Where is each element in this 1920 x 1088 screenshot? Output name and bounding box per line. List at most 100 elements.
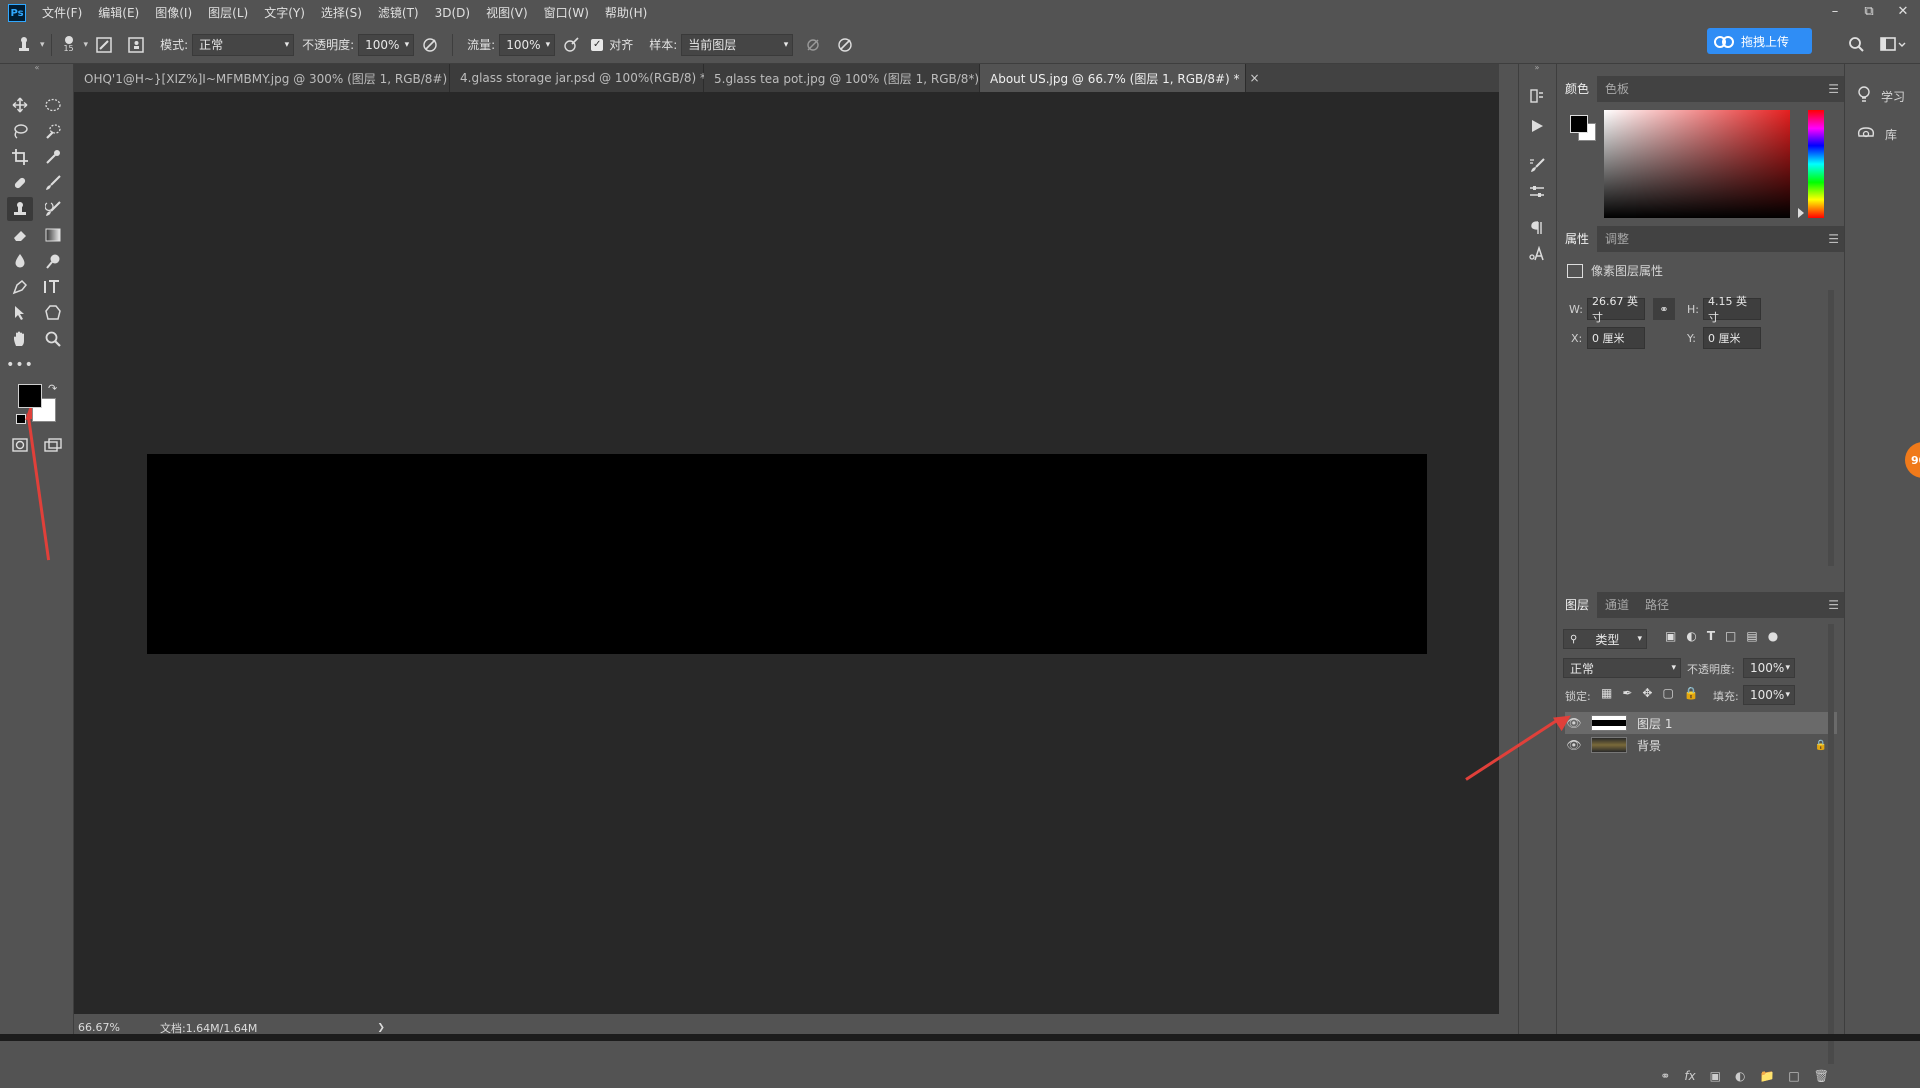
menu-select[interactable]: 选择(S) — [313, 0, 370, 26]
brush-tool-icon[interactable] — [40, 171, 66, 195]
character-panel-icon[interactable] — [1527, 244, 1547, 264]
lock-pixels-icon[interactable]: ✒ — [1622, 686, 1632, 700]
quick-selection-tool-icon[interactable] — [40, 119, 66, 143]
visibility-eye-icon[interactable]: 👁 — [1565, 738, 1583, 752]
menu-filter[interactable]: 滤镜(T) — [370, 0, 427, 26]
layer-opacity-field[interactable]: 100% ▾ — [1743, 658, 1795, 678]
add-mask-icon[interactable]: ▣ — [1710, 1069, 1721, 1083]
sample-dropdown[interactable]: 当前图层 ▾ — [681, 33, 794, 56]
opacity-field[interactable]: 100% ▾ — [358, 33, 415, 56]
layer-row-background[interactable]: 👁 背景 🔒 — [1565, 734, 1837, 756]
filter-type-icon[interactable]: T — [1707, 629, 1715, 643]
clone-stamp-tool-icon[interactable] — [7, 197, 33, 221]
lasso-tool-icon[interactable] — [7, 119, 33, 143]
marquee-tool-icon[interactable] — [40, 93, 66, 117]
lock-artboard-icon[interactable]: ▢ — [1662, 686, 1673, 700]
path-selection-tool-icon[interactable] — [7, 301, 33, 325]
type-tool-icon[interactable] — [40, 275, 66, 299]
menu-view[interactable]: 视图(V) — [478, 0, 536, 26]
tab-color[interactable]: 颜色 — [1557, 76, 1598, 102]
menu-3d[interactable]: 3D(D) — [427, 0, 478, 26]
upload-button[interactable]: 拖拽上传 — [1707, 28, 1812, 54]
close-icon[interactable]: × — [1250, 71, 1260, 85]
menu-edit[interactable]: 编辑(E) — [90, 0, 147, 26]
floating-badge[interactable]: 90 — [1905, 442, 1920, 478]
eraser-tool-icon[interactable] — [7, 223, 33, 247]
width-field[interactable]: 26.67 英寸 — [1587, 295, 1645, 324]
foreground-color-swatch[interactable] — [18, 384, 42, 408]
panel-foreground-swatch[interactable] — [1570, 115, 1588, 133]
eyedropper-tool-icon[interactable] — [40, 145, 66, 169]
status-menu-arrow-icon[interactable]: ❯ — [377, 1023, 385, 1033]
ignore-adjustment-layers-icon[interactable] — [803, 35, 823, 55]
tab-document-1[interactable]: OHQ'1@H~}[XIZ%]I~MFMBMY.jpg @ 300% (图层 1… — [74, 64, 477, 92]
workspace-icon[interactable] — [1880, 36, 1906, 55]
clone-stamp-preset-icon[interactable] — [14, 35, 34, 55]
layer-row-selected[interactable]: 👁 图层 1 — [1565, 712, 1837, 734]
lock-transparency-icon[interactable]: ▦ — [1601, 686, 1612, 700]
menu-type[interactable]: 文字(Y) — [256, 0, 313, 26]
libraries-panel-button[interactable]: 库 — [1857, 126, 1897, 143]
align-checkbox[interactable]: ✓ — [591, 38, 604, 51]
filter-smart-object-icon[interactable]: ▤ — [1746, 629, 1757, 643]
y-field[interactable]: 0 厘米 — [1703, 327, 1761, 349]
properties-scrollbar[interactable] — [1828, 290, 1834, 566]
menu-image[interactable]: 图像(I) — [147, 0, 200, 26]
zoom-level[interactable]: 66.67% — [78, 1021, 120, 1034]
link-dimensions-icon[interactable]: ⚭ — [1653, 298, 1675, 320]
lock-all-icon[interactable]: 🔒 — [1684, 686, 1699, 700]
dodge-tool-icon[interactable] — [40, 249, 66, 273]
close-button[interactable]: ✕ — [1886, 0, 1920, 22]
filter-adjustment-icon[interactable]: ◐ — [1686, 629, 1696, 643]
tab-adjustments[interactable]: 调整 — [1597, 226, 1637, 252]
blur-tool-icon[interactable] — [7, 249, 33, 273]
filter-toggle-icon[interactable]: ● — [1768, 629, 1778, 643]
tab-swatches[interactable]: 色板 — [1597, 76, 1637, 102]
new-layer-icon[interactable]: □ — [1788, 1069, 1799, 1083]
mode-dropdown[interactable]: 正常 ▾ — [192, 33, 295, 56]
new-group-icon[interactable]: 📁 — [1759, 1069, 1774, 1083]
layer-filter-dropdown[interactable]: ⚲ 类型 ▾ — [1563, 629, 1647, 649]
brush-settings-panel-icon[interactable] — [1527, 156, 1547, 176]
learn-panel-button[interactable]: 学习 — [1857, 86, 1905, 107]
tab-channels[interactable]: 通道 — [1597, 592, 1637, 618]
history-brush-tool-icon[interactable] — [40, 197, 66, 221]
collapse-toolbox-icon[interactable]: « — [2, 64, 72, 72]
adjustments-sliders-icon[interactable] — [1527, 182, 1547, 202]
brush-settings-icon[interactable] — [94, 35, 114, 55]
tab-document-active[interactable]: About US.jpg @ 66.7% (图层 1, RGB/8#) * × — [980, 64, 1260, 92]
tab-layers[interactable]: 图层 — [1557, 592, 1598, 618]
chevron-down-icon[interactable]: ▾ — [40, 40, 45, 50]
crop-tool-icon[interactable] — [7, 145, 33, 169]
new-adjustment-layer-icon[interactable]: ◐ — [1735, 1069, 1745, 1083]
lock-position-icon[interactable]: ✥ — [1642, 686, 1652, 700]
layers-scrollbar[interactable] — [1828, 624, 1834, 1064]
clone-source-icon[interactable] — [126, 35, 146, 55]
screen-mode-icon[interactable] — [40, 433, 66, 457]
history-panel-icon[interactable] — [1527, 86, 1547, 106]
pressure-opacity-icon[interactable] — [420, 35, 440, 55]
menu-window[interactable]: 窗口(W) — [536, 0, 597, 26]
layer-style-fx-icon[interactable]: fx — [1684, 1069, 1695, 1083]
hue-slider-handle[interactable] — [1798, 208, 1804, 218]
healing-brush-tool-icon[interactable] — [7, 171, 33, 195]
hand-tool-icon[interactable] — [7, 327, 33, 351]
panel-menu-icon[interactable]: ☰ — [1828, 82, 1839, 96]
layer-name[interactable]: 图层 1 — [1637, 715, 1672, 732]
link-layers-icon[interactable]: ⚭ — [1660, 1069, 1670, 1083]
blend-mode-dropdown[interactable]: 正常 ▾ — [1563, 658, 1681, 678]
tab-paths[interactable]: 路径 — [1637, 592, 1677, 618]
tab-document-2[interactable]: 4.glass storage jar.psd @ 100%(RGB/8) *× — [450, 64, 726, 92]
swap-colors-icon[interactable]: ↷ — [48, 382, 57, 395]
height-field[interactable]: 4.15 英寸 — [1703, 295, 1761, 324]
x-field[interactable]: 0 厘米 — [1587, 327, 1645, 349]
tab-properties[interactable]: 属性 — [1557, 226, 1598, 252]
collapse-strip-icon[interactable]: » — [1519, 64, 1555, 72]
panel-menu-icon[interactable]: ☰ — [1828, 598, 1839, 612]
fill-field[interactable]: 100% ▾ — [1743, 685, 1795, 705]
pressure-size-icon[interactable] — [835, 35, 855, 55]
restore-button[interactable]: ⧉ — [1852, 0, 1886, 22]
menu-file[interactable]: 文件(F) — [34, 0, 90, 26]
brush-size-picker[interactable]: 15 — [58, 36, 80, 53]
shape-tool-icon[interactable] — [40, 301, 66, 325]
